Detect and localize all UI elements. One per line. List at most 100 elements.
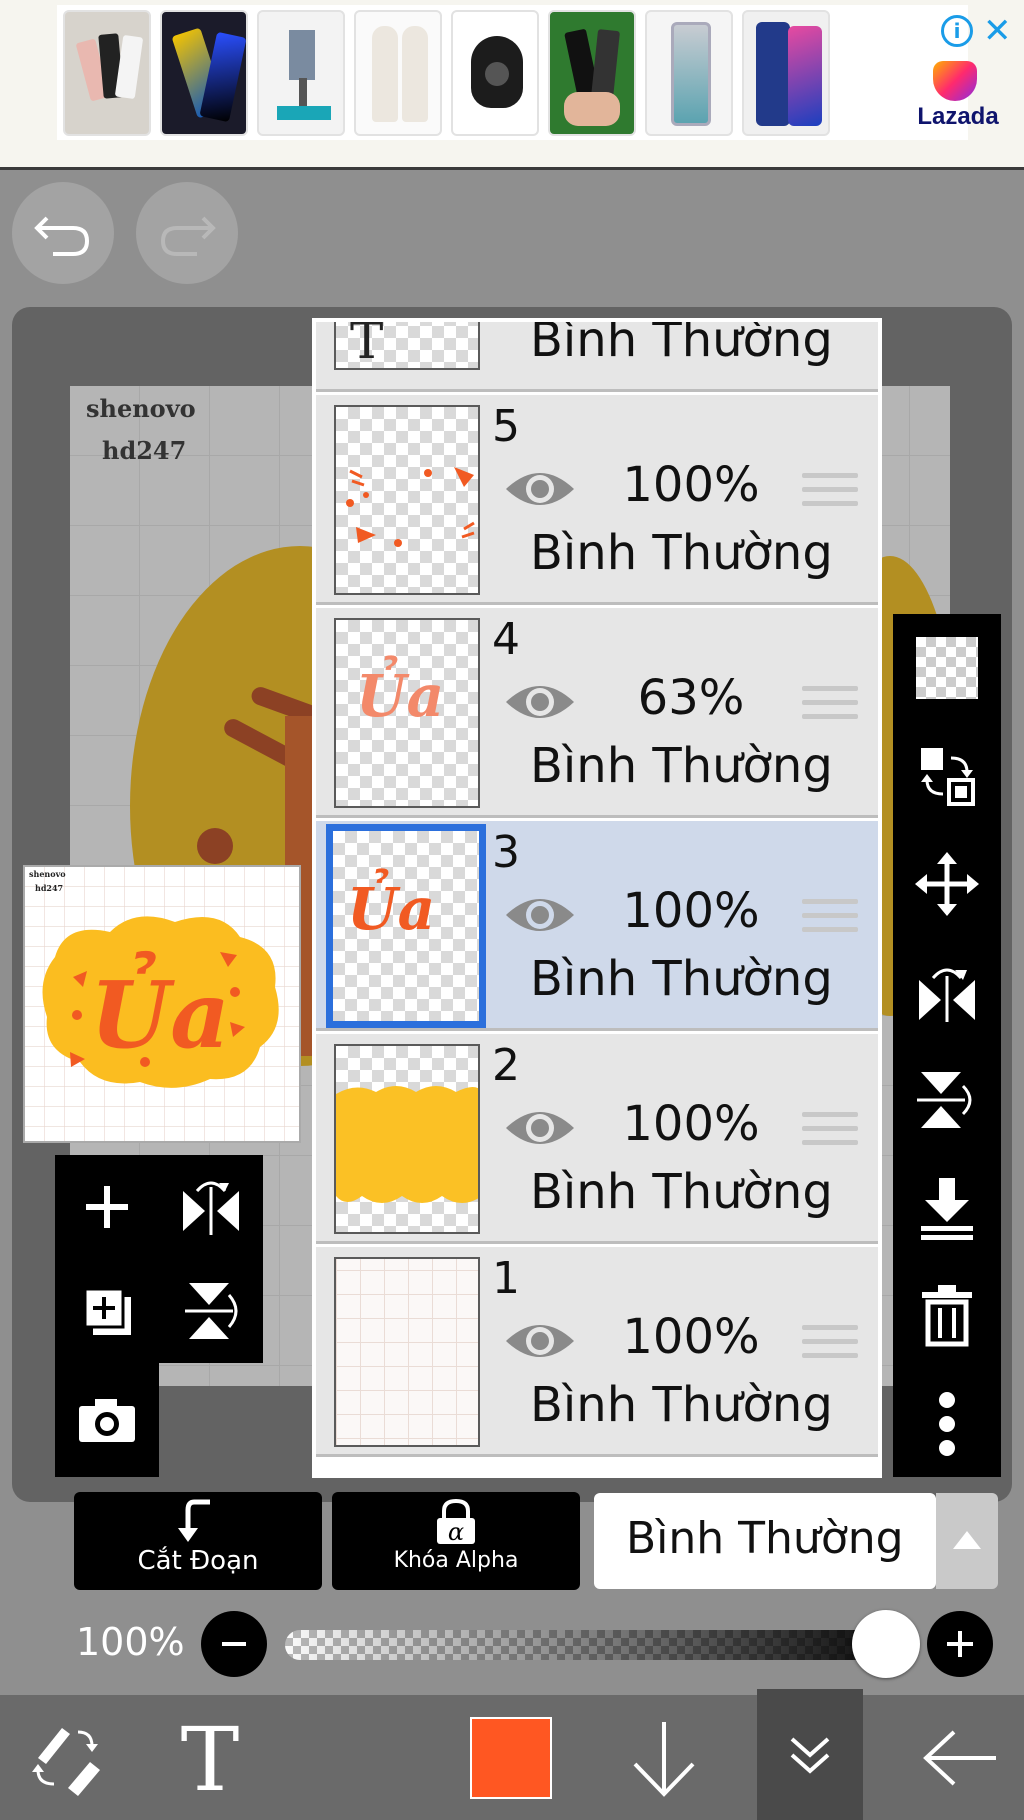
ad-thumb-phones-grip[interactable] <box>548 9 636 136</box>
ad-thumb-phone-ad[interactable] <box>160 9 248 136</box>
visibility-eye-icon[interactable] <box>502 1317 578 1365</box>
layer-thumb-text: T <box>334 318 480 370</box>
alpha-lock-button[interactable]: α Khóa Alpha <box>332 1492 580 1590</box>
layer-number: 3 <box>492 827 520 878</box>
color-swatch-button[interactable] <box>466 1695 556 1820</box>
layer-blend-mode[interactable]: Bình Thường <box>530 322 862 368</box>
move-layer-down-button[interactable] <box>614 1695 714 1820</box>
layer-opacity[interactable]: 100% <box>576 883 806 939</box>
layer-row-4[interactable]: Ủa 4 63% Bình Thường <box>316 608 878 818</box>
layer-opacity[interactable]: 100% <box>576 1096 806 1152</box>
add-layer-button[interactable] <box>55 1155 159 1259</box>
preview-watermark-line1: shenovo <box>29 869 66 879</box>
layer-thumb-1 <box>334 1257 480 1447</box>
drag-handle-icon[interactable] <box>802 473 858 517</box>
redo-button[interactable] <box>136 182 238 284</box>
merge-down-button[interactable] <box>893 1154 1001 1262</box>
chevron-double-down-icon <box>790 1737 830 1774</box>
opacity-decrease-button[interactable] <box>201 1611 267 1677</box>
flip-horizontal-button[interactable] <box>159 1155 263 1259</box>
drag-handle-icon[interactable] <box>802 1325 858 1369</box>
text-t-icon: T <box>181 1716 240 1800</box>
blend-mode-value: Bình Thường <box>626 1513 904 1564</box>
drag-handle-icon[interactable] <box>802 686 858 730</box>
opacity-label: 100% <box>76 1620 185 1664</box>
visibility-eye-icon[interactable] <box>502 678 578 726</box>
more-options-button[interactable] <box>893 1370 1001 1478</box>
layer-opacity[interactable]: 63% <box>576 670 806 726</box>
ad-thumb-phone-samsung[interactable] <box>742 9 830 136</box>
info-icon[interactable]: i <box>941 15 973 47</box>
plus-icon <box>86 1186 128 1228</box>
layer-thumb-4: Ủa <box>334 618 480 808</box>
visibility-eye-icon[interactable] <box>502 891 578 939</box>
text-layer-t-icon: T <box>350 318 384 370</box>
clipping-button[interactable]: Cắt Đoạn <box>74 1492 322 1590</box>
ad-thumb-phone-blue[interactable] <box>645 9 733 136</box>
ad-banner[interactable]: i ✕ Lazada <box>0 0 1024 170</box>
blend-mode-dropdown-button[interactable] <box>936 1493 998 1589</box>
triangle-up-icon <box>953 1531 981 1549</box>
layer-blend-mode[interactable]: Bình Thường <box>530 1164 862 1220</box>
flip-horizontal-icon <box>919 968 975 1022</box>
ad-thumb-headset[interactable] <box>451 9 539 136</box>
layer-opacity[interactable]: 100% <box>576 457 806 513</box>
drag-handle-icon[interactable] <box>802 899 858 943</box>
layer-blend-mode[interactable]: Bình Thường <box>530 1377 862 1433</box>
lazada-logo[interactable]: i ✕ Lazada <box>909 11 1019 135</box>
layer-row-2[interactable]: 2 100% Bình Thường <box>316 1034 878 1244</box>
undo-button[interactable] <box>12 182 114 284</box>
flip-layer-vertical-button[interactable] <box>893 1046 1001 1154</box>
ad-thumb-gloves[interactable] <box>354 9 442 136</box>
layer-row-1[interactable]: 1 100% Bình Thường <box>316 1247 878 1457</box>
swap-layer-button[interactable] <box>893 722 1001 830</box>
swap-icon <box>921 748 975 806</box>
transparency-button[interactable] <box>893 614 1001 722</box>
back-button[interactable] <box>910 1695 1010 1820</box>
visibility-eye-icon[interactable] <box>502 465 578 513</box>
blend-mode-select[interactable]: Bình Thường <box>594 1493 936 1589</box>
drag-handle-icon[interactable] <box>802 1112 858 1156</box>
redo-icon <box>160 216 216 256</box>
minus-icon <box>222 1642 246 1646</box>
current-color-swatch <box>470 1716 552 1799</box>
preview-watermark-line2: hd247 <box>35 883 64 893</box>
text-tool-button[interactable]: T <box>160 1695 260 1820</box>
layer-blend-mode[interactable]: Bình Thường <box>530 738 862 794</box>
move-icon <box>915 852 979 916</box>
layer-row-5[interactable]: 5 100% Bình Thường <box>316 395 878 605</box>
layer-thumb-3: Ủa <box>326 824 486 1028</box>
layer-thumb-5 <box>334 405 480 595</box>
layer-blend-mode[interactable]: Bình Thường <box>530 951 862 1007</box>
layer-number: 2 <box>492 1040 520 1091</box>
canvas-watermark-line2: hd247 <box>102 436 187 465</box>
duplicate-icon <box>83 1287 131 1335</box>
close-icon[interactable]: ✕ <box>983 11 1012 51</box>
opacity-slider[interactable] <box>285 1630 885 1660</box>
move-button[interactable] <box>893 830 1001 938</box>
clip-arrow-icon <box>178 1499 210 1542</box>
navigator-preview[interactable]: Ủa shenovo hd247 <box>23 865 301 1143</box>
opacity-increase-button[interactable] <box>927 1611 993 1677</box>
opacity-slider-thumb[interactable] <box>852 1610 920 1678</box>
svg-text:T: T <box>181 1716 240 1800</box>
ad-products[interactable]: i ✕ Lazada <box>57 5 1012 140</box>
flip-vertical-button[interactable] <box>159 1259 263 1363</box>
visibility-eye-icon[interactable] <box>502 1104 578 1152</box>
layer-thumb-text-4: Ủa <box>356 662 445 730</box>
brush-eraser-toggle-button[interactable] <box>14 1695 114 1820</box>
layer-row-3[interactable]: Ủa 3 100% Bình Thường <box>316 821 878 1031</box>
ad-thumb-phones[interactable] <box>63 9 151 136</box>
trash-icon <box>922 1285 972 1347</box>
camera-icon <box>79 1399 135 1442</box>
layer-blend-mode[interactable]: Bình Thường <box>530 525 862 581</box>
layers-panel[interactable]: T Bình Thường 5 100% Bình Thường Ủa 4 63… <box>312 318 882 1478</box>
camera-button[interactable] <box>55 1363 159 1477</box>
layer-opacity[interactable]: 100% <box>576 1309 806 1365</box>
delete-layer-button[interactable] <box>893 1262 1001 1370</box>
flip-layer-horizontal-button[interactable] <box>893 938 1001 1046</box>
duplicate-layer-button[interactable] <box>55 1259 159 1363</box>
layer-row-text[interactable]: T Bình Thường <box>316 318 878 392</box>
layers-toggle-button[interactable] <box>757 1689 863 1820</box>
ad-thumb-drill[interactable] <box>257 9 345 136</box>
